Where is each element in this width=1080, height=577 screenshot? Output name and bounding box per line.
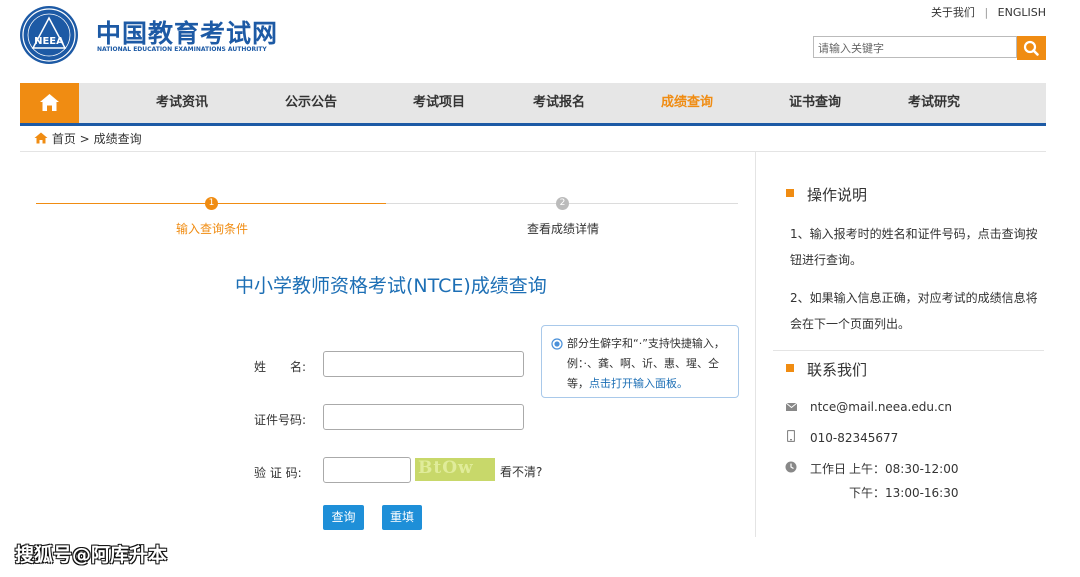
logo-badge-text: NEEA: [34, 36, 64, 47]
contact-title: 联系我们: [807, 361, 868, 379]
search-icon: [1023, 40, 1039, 56]
breadcrumb-current: 成绩查询: [93, 132, 142, 146]
nav-item-score-query[interactable]: 成绩查询: [661, 83, 713, 123]
radio-info-icon: [551, 338, 563, 350]
search-button[interactable]: [1017, 36, 1046, 60]
nav-item-announcements[interactable]: 公示公告: [285, 83, 337, 123]
captcha-image-text: BtOw: [418, 458, 474, 478]
contact-email[interactable]: ntce@mail.neea.edu.cn: [810, 394, 952, 420]
nav-item-exam-programs[interactable]: 考试项目: [413, 83, 465, 123]
instruction-2: 2、如果输入信息正确，对应考试的成绩信息将会在下一个页面列出。: [790, 291, 1038, 331]
column-divider: [755, 152, 756, 537]
reset-button[interactable]: 重填: [382, 505, 422, 530]
watermark-text: 搜狐号@阿库升本: [15, 544, 168, 566]
site-title[interactable]: 中国教育考试网: [96, 14, 278, 50]
english-link[interactable]: ENGLISH: [998, 6, 1046, 19]
home-icon: [40, 94, 59, 111]
search-placeholder: 请输入关键字: [818, 42, 884, 55]
work-hours-am: 上午：08:30-12:00: [849, 462, 959, 476]
contact-phone: 010-82345677: [810, 431, 899, 445]
search-input[interactable]: 请输入关键字: [813, 36, 1017, 58]
instruction-1: 1、输入报考时的姓名和证件号码，点击查询按钮进行查询。: [790, 227, 1038, 267]
nav-item-exam-news[interactable]: 考试资讯: [156, 83, 208, 123]
name-label: 姓 名:: [254, 360, 307, 374]
id-number-input[interactable]: [323, 404, 524, 430]
step-2-label: 查看成绩详情: [527, 222, 600, 236]
nav-item-certificate-query[interactable]: 证书查询: [789, 83, 841, 123]
breadcrumb: 首页 > 成绩查询: [34, 130, 142, 147]
contact-marker: [786, 364, 794, 372]
name-input[interactable]: [323, 351, 524, 377]
step-1-label: 输入查询条件: [176, 222, 249, 236]
site-subtitle: NATIONAL EDUCATION EXAMINATIONS AUTHORIT…: [97, 46, 267, 53]
submit-query-button[interactable]: 查询: [323, 505, 364, 530]
site-logo[interactable]: NEEA: [20, 6, 78, 64]
refresh-captcha-link[interactable]: 看不清?: [500, 463, 542, 480]
home-small-icon: [34, 132, 48, 144]
input-tip-text: 部分生僻字和“·”支持快捷输入，例：·、龚、啊、䜣、惠、瑆、仝等，点击打开输入面…: [567, 334, 735, 394]
top-links: 关于我们 | ENGLISH: [931, 4, 1046, 20]
id-number-label: 证件号码:: [254, 413, 307, 427]
neea-logo-icon: NEEA: [22, 8, 76, 62]
nav-home-button[interactable]: [20, 83, 79, 123]
about-us-link[interactable]: 关于我们: [931, 4, 975, 20]
breadcrumb-home[interactable]: 首页: [52, 132, 76, 146]
top-separator: |: [984, 6, 989, 19]
query-form-title: 中小学教师资格考试(NTCE)成绩查询: [235, 275, 547, 297]
instructions-title: 操作说明: [807, 186, 868, 204]
email-icon: [786, 403, 797, 411]
step-1-dot: 1: [205, 197, 218, 210]
captcha-input[interactable]: [323, 457, 411, 483]
work-hours-label: 工作日: [810, 462, 847, 476]
captcha-label: 验 证 码:: [254, 466, 302, 480]
open-input-panel-link[interactable]: 点击打开输入面板。: [589, 377, 688, 390]
breadcrumb-divider: [20, 151, 1046, 152]
sidebar-divider: [773, 350, 1044, 351]
instructions-marker: [786, 189, 794, 197]
breadcrumb-separator: >: [79, 132, 90, 146]
nav-item-exam-registration[interactable]: 考试报名: [533, 83, 585, 123]
clock-icon: [785, 461, 797, 473]
nav-item-exam-research[interactable]: 考试研究: [908, 83, 960, 123]
work-hours-pm: 下午：13:00-16:30: [849, 486, 959, 500]
step-2-dot: 2: [556, 197, 569, 210]
phone-icon: [787, 430, 795, 442]
